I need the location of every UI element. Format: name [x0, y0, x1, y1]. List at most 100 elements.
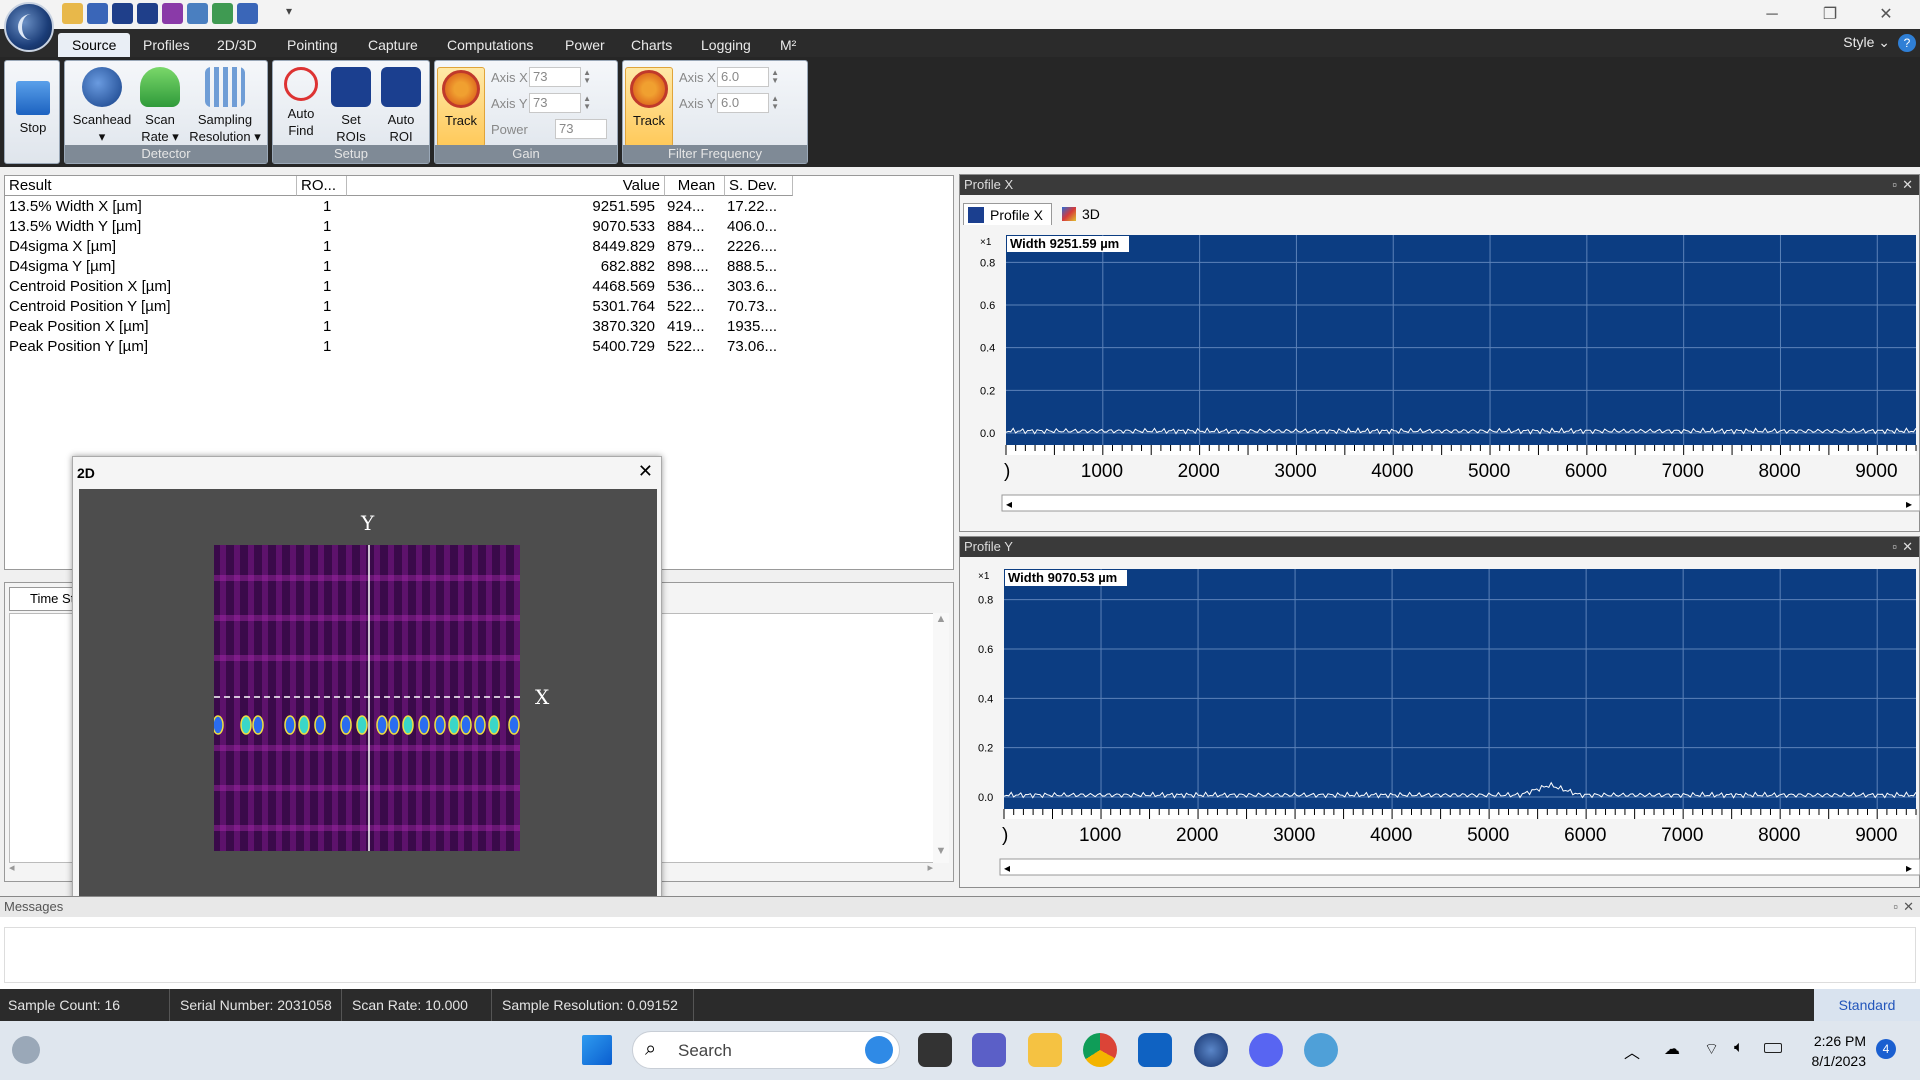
mode-standard-button[interactable]: Standard [1814, 989, 1920, 1021]
table-row[interactable]: D4sigma Y [µm] 1 682.882 898.... 888.5... [5, 257, 805, 277]
gain-power-field[interactable]: Power 73 [491, 119, 607, 139]
beam-app-icon[interactable] [1194, 1033, 1228, 1067]
filter-axis-x-spinner[interactable]: Axis X 6.0 ▲ ▼ [679, 67, 779, 87]
chat-icon[interactable] [972, 1033, 1006, 1067]
col-header-result[interactable]: Result [5, 176, 297, 196]
stop-button[interactable]: Stop [13, 67, 53, 136]
search-input[interactable]: ⌕ Search [632, 1031, 900, 1069]
col-header-value[interactable]: Value [347, 176, 665, 196]
table-row[interactable]: Centroid Position Y [µm] 1 5301.764 522... 7… [5, 297, 805, 317]
windows-start-icon[interactable] [582, 1035, 612, 1065]
open-folder-icon[interactable] [62, 3, 83, 24]
scan-rate-button[interactable]: Scan Rate ▾ [135, 67, 185, 145]
horizontal-scrollbar[interactable] [999, 858, 1920, 876]
scroll-left-icon[interactable]: ◂ [1004, 861, 1010, 875]
clock[interactable]: 2:26 PM 8/1/2023 [1800, 1031, 1867, 1071]
help-icon[interactable]: ? [1898, 34, 1916, 52]
qat-dropdown-icon[interactable]: ▾ [286, 4, 292, 18]
spinner-arrows-icon[interactable]: ▲ ▼ [583, 95, 591, 111]
table-row[interactable]: 13.5% Width Y [µm] 1 9070.533 884... 406.0..… [5, 217, 805, 237]
tab-power[interactable]: Power [551, 33, 619, 57]
cloud-icon[interactable]: ☁ [1664, 1039, 1680, 1059]
task-view-icon[interactable] [918, 1033, 952, 1067]
profile-2-icon[interactable] [137, 3, 158, 24]
tab-m2[interactable]: M² [766, 33, 810, 57]
notification-badge[interactable]: 4 [1876, 1039, 1896, 1059]
profile-y-chart[interactable]: 0.8 0.6 0.4 0.2 0.0) 1000 2000 3000 4000 5000 6000… [960, 561, 1920, 887]
scroll-left-icon[interactable]: ◂ [1006, 497, 1012, 511]
auto-find-button[interactable]: Auto Find [279, 67, 323, 139]
spinner-arrows-icon[interactable]: ▲ ▼ [771, 69, 779, 85]
app-globe-icon[interactable] [1304, 1033, 1338, 1067]
restore-button[interactable]: ❐ [1810, 3, 1850, 27]
beam-icon[interactable] [162, 3, 183, 24]
scroll-right-icon[interactable]: ▸ [1906, 861, 1912, 875]
battery-icon[interactable] [1764, 1043, 1782, 1053]
app-menu-orb[interactable] [4, 2, 54, 52]
beam-2d-view[interactable]: Y X [79, 489, 657, 899]
tab-capture[interactable]: Capture [354, 33, 432, 57]
beam-intensity-map[interactable] [214, 545, 520, 851]
auto-roi-button[interactable]: Auto ROI [379, 67, 423, 145]
gain-track-button[interactable]: Track [437, 67, 485, 147]
table-row[interactable]: Centroid Position X [µm] 1 4468.569 536... 3… [5, 277, 805, 297]
wifi-icon[interactable]: ⌔ [1704, 1039, 1719, 1059]
table-row[interactable]: D4sigma X [µm] 1 8449.829 879... 2226.... [5, 237, 805, 257]
tab-2d3d[interactable]: 2D/3D [203, 33, 271, 57]
file-explorer-icon[interactable] [1028, 1033, 1062, 1067]
spinner-arrows-icon[interactable]: ▲ ▼ [771, 95, 779, 111]
pin-icon[interactable]: ▫ [1892, 177, 1897, 192]
tab-logging[interactable]: Logging [687, 33, 765, 57]
save-icon[interactable] [87, 3, 108, 24]
close-icon[interactable]: ✕ [1903, 899, 1914, 915]
window-2d[interactable]: 2D ✕ Y X [72, 456, 662, 904]
outlook-icon[interactable] [1138, 1033, 1172, 1067]
vertical-scrollbar[interactable]: ▲ ▼ [933, 613, 949, 863]
minimize-button[interactable]: ─ [1752, 3, 1792, 27]
bing-icon[interactable] [865, 1036, 893, 1064]
table-row[interactable]: 13.5% Width X [µm] 1 9251.595 924... 17.22..… [5, 197, 805, 217]
horizontal-scrollbar[interactable] [1001, 494, 1920, 512]
style-menu[interactable]: Style ⌄ [1843, 34, 1890, 51]
gain-axis-x-spinner[interactable]: Axis X 73 ▲ ▼ [491, 67, 591, 87]
gain-axis-y-spinner[interactable]: Axis Y 73 ▲ ▼ [491, 93, 591, 113]
pin-icon[interactable]: ▫ [1893, 899, 1898, 914]
scanhead-button[interactable]: Scanhead ▾ [71, 67, 133, 145]
tab-charts[interactable]: Charts [617, 33, 686, 57]
set-rois-button[interactable]: Set ROIs [329, 67, 373, 145]
close-icon[interactable]: ✕ [1902, 539, 1913, 555]
tab-3d[interactable]: 3D [1056, 203, 1108, 225]
grid-icon[interactable] [212, 3, 233, 24]
table-row[interactable]: Peak Position Y [µm] 1 5400.729 522... 73.06… [5, 337, 805, 357]
volume-icon[interactable]: 🔈︎ [1734, 1039, 1744, 1057]
sampling-resolution-button[interactable]: Sampling Resolution ▾ [183, 67, 267, 145]
tab-profiles[interactable]: Profiles [129, 33, 204, 57]
col-header-sdev[interactable]: S. Dev. [725, 176, 793, 196]
close-icon[interactable]: ✕ [1902, 177, 1913, 193]
plot-area[interactable] [1006, 235, 1916, 455]
tab-source[interactable]: Source [58, 33, 131, 57]
close-button[interactable]: ✕ [1866, 3, 1906, 27]
discord-icon[interactable] [1249, 1033, 1283, 1067]
close-icon[interactable]: ✕ [638, 461, 653, 482]
tab-pointing[interactable]: Pointing [273, 33, 352, 57]
scroll-right-icon[interactable]: ▸ [1906, 497, 1912, 511]
spinner-arrows-icon[interactable]: ▲ ▼ [583, 69, 591, 85]
pin-icon[interactable]: ▫ [1892, 539, 1897, 554]
tray-chevron-icon[interactable]: ︿ [1624, 1039, 1640, 1063]
filter-track-button[interactable]: Track [625, 67, 673, 147]
col-header-mean[interactable]: Mean [665, 176, 725, 196]
col-header-roi[interactable]: RO... [297, 176, 347, 196]
chrome-icon[interactable] [1083, 1033, 1117, 1067]
weather-icon[interactable] [12, 1036, 40, 1064]
profile-x-chart[interactable]: 0.8 0.6 0.4 0.2 0.0) 1000 2000 3000 4000 5000 6000… [960, 225, 1920, 525]
chart-icon[interactable] [187, 3, 208, 24]
messages-list[interactable] [4, 927, 1916, 983]
tab-profile-x[interactable]: Profile X [963, 203, 1052, 225]
filter-axis-y-spinner[interactable]: Axis Y 6.0 ▲ ▼ [679, 93, 779, 113]
profile-icon[interactable] [112, 3, 133, 24]
table-row[interactable]: Peak Position X [µm] 1 3870.320 419... 1935.… [5, 317, 805, 337]
plot-area[interactable] [1004, 569, 1916, 819]
app-mini-icon[interactable] [237, 3, 258, 24]
tab-computations[interactable]: Computations [433, 33, 547, 57]
